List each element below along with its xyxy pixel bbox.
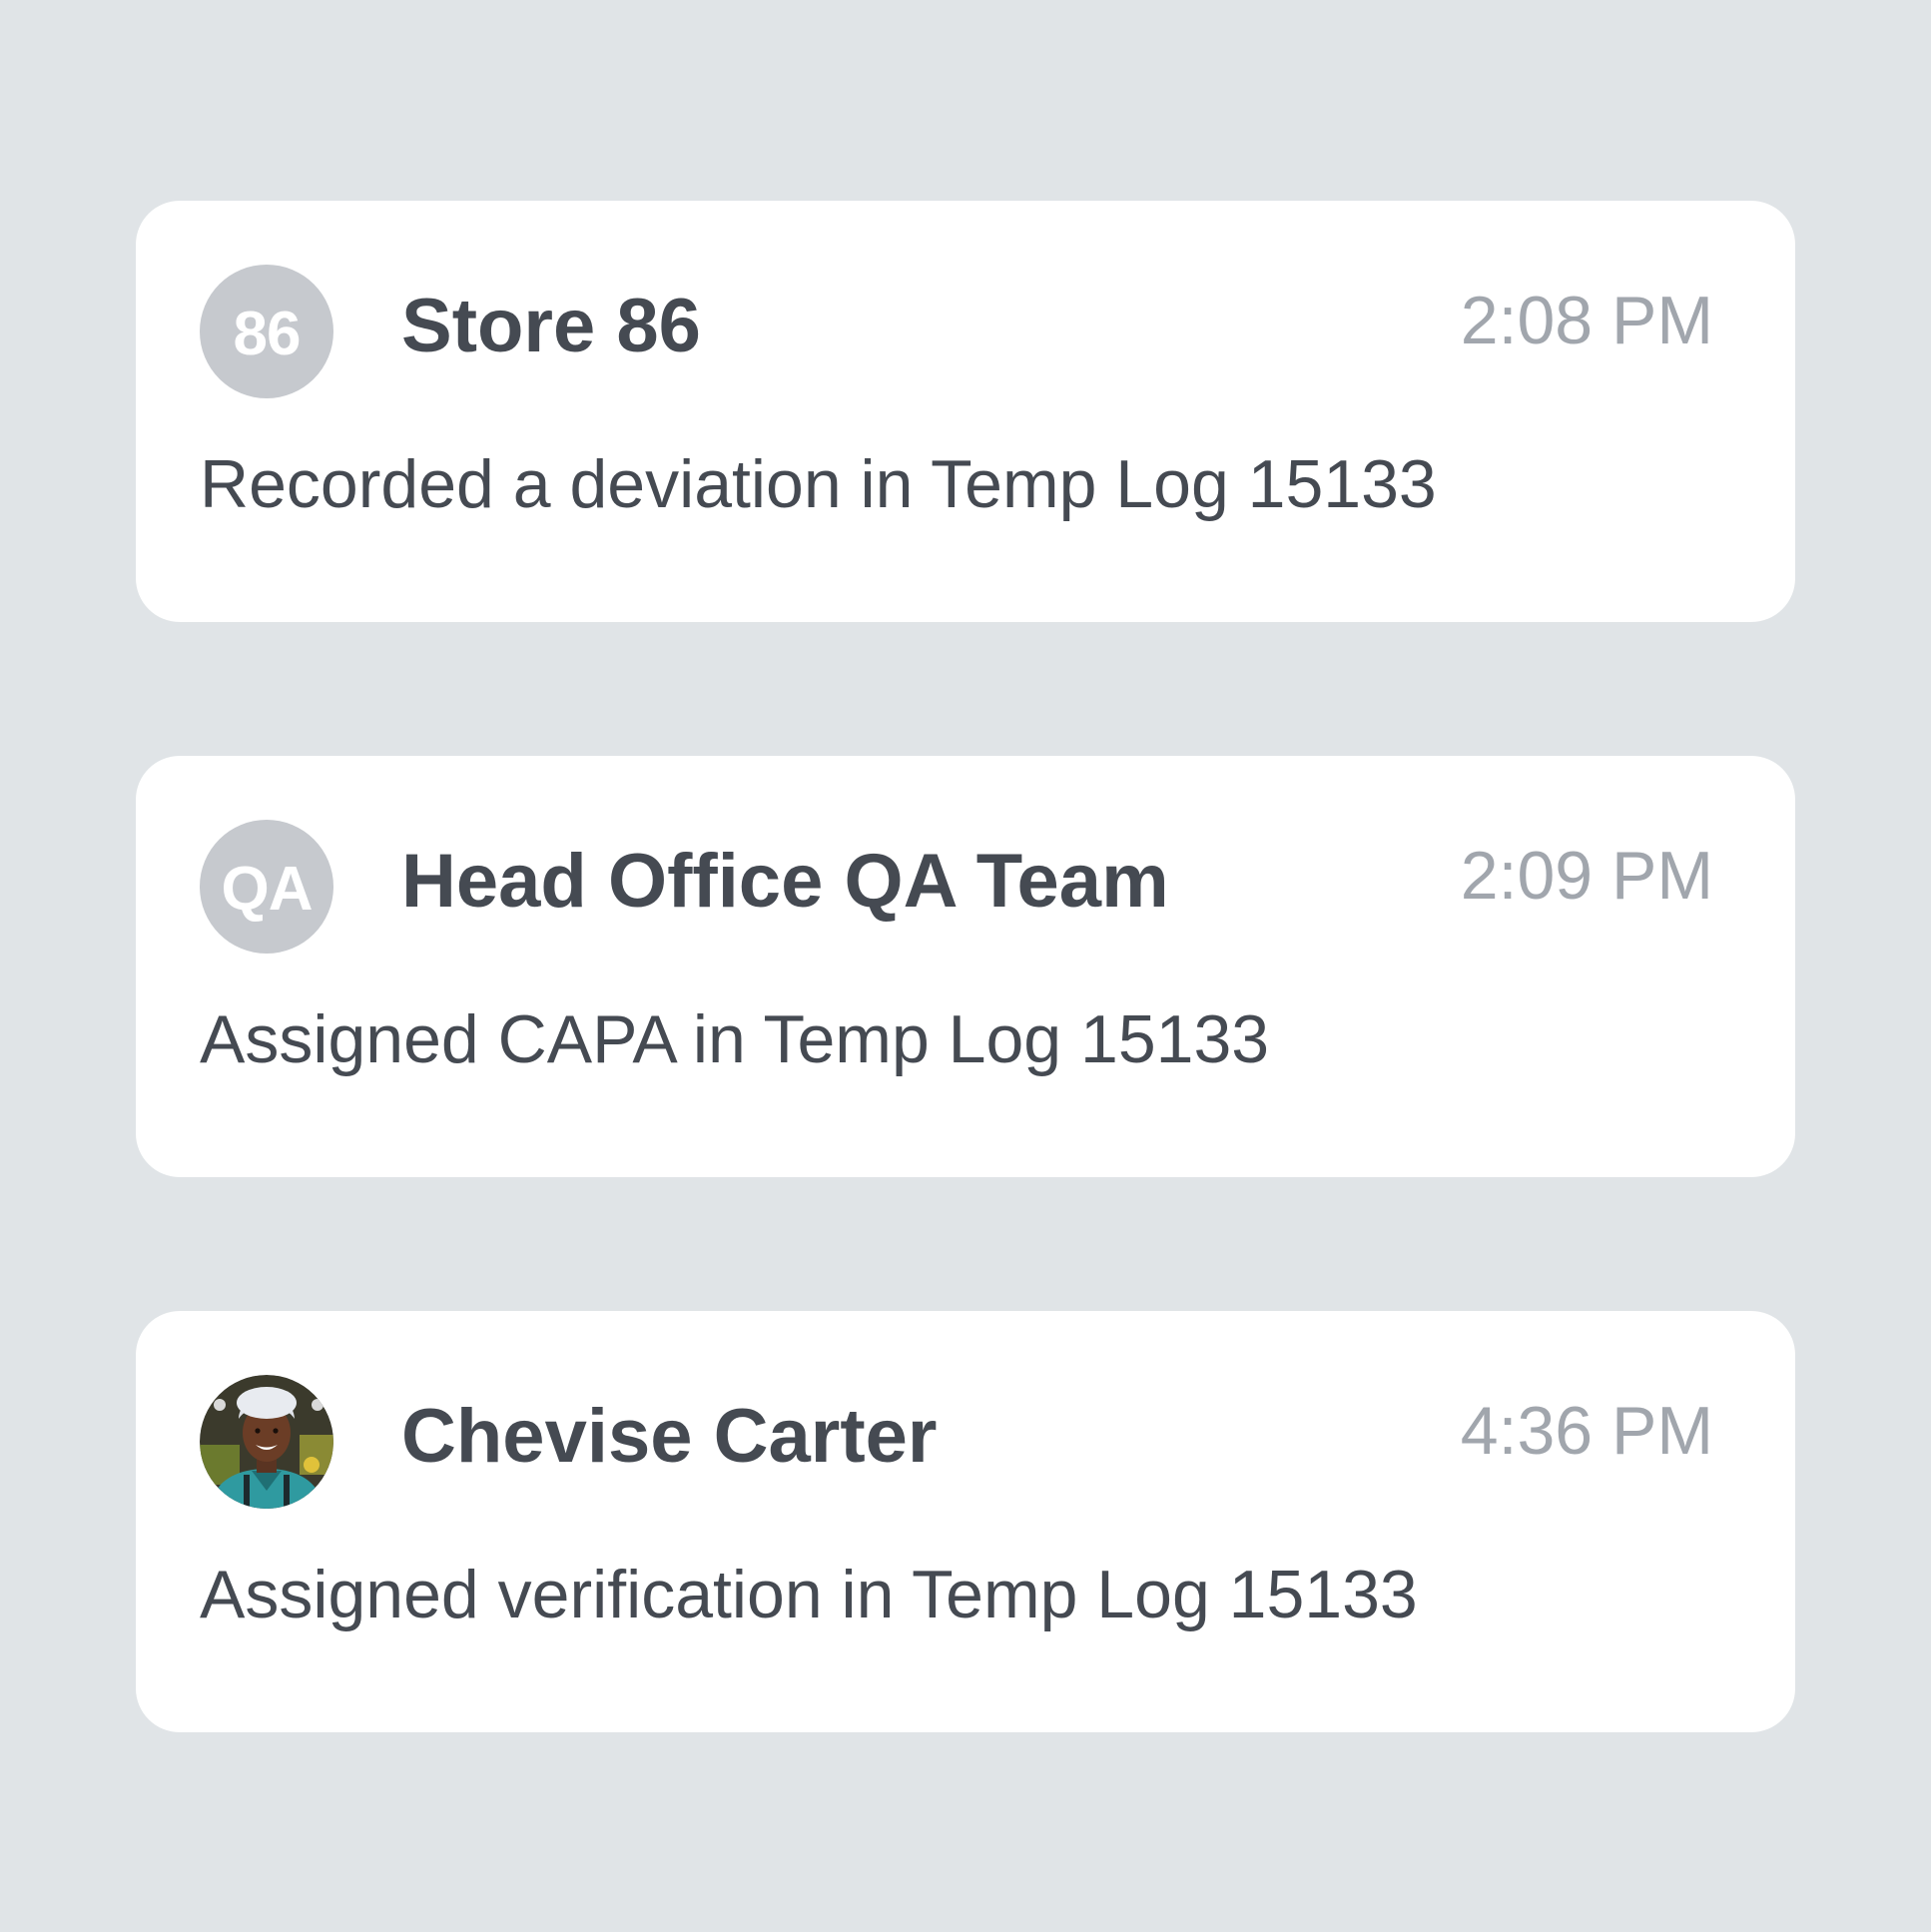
actor-name: Head Office QA Team (401, 839, 1169, 924)
avatar-initials: 86 (233, 299, 302, 368)
activity-card[interactable]: 86 Store 86 2:08 PM Recorded a deviation… (136, 201, 1795, 622)
timestamp: 4:36 PM (1460, 1393, 1713, 1469)
avatar-photo-icon (200, 1375, 333, 1509)
activity-card[interactable]: Chevise Carter 4:36 PM Assigned verifica… (136, 1311, 1795, 1732)
avatar: 86 (200, 265, 333, 398)
activity-card[interactable]: QA Head Office QA Team 2:09 PM Assigned … (136, 756, 1795, 1177)
avatar-initials: QA (221, 854, 314, 924)
user-avatar-photo (200, 1375, 333, 1509)
activity-message: Assigned verification in Temp Log 15133 (200, 1557, 1418, 1632)
timestamp: 2:09 PM (1460, 838, 1713, 914)
activity-message: Recorded a deviation in Temp Log 15133 (200, 446, 1437, 522)
activity-message: Assigned CAPA in Temp Log 15133 (200, 1001, 1270, 1077)
actor-name: Store 86 (401, 284, 701, 368)
activity-feed: 86 Store 86 2:08 PM Recorded a deviation… (136, 201, 1795, 1866)
avatar: QA (200, 820, 333, 954)
actor-name: Chevise Carter (401, 1394, 938, 1479)
timestamp: 2:08 PM (1460, 283, 1713, 358)
